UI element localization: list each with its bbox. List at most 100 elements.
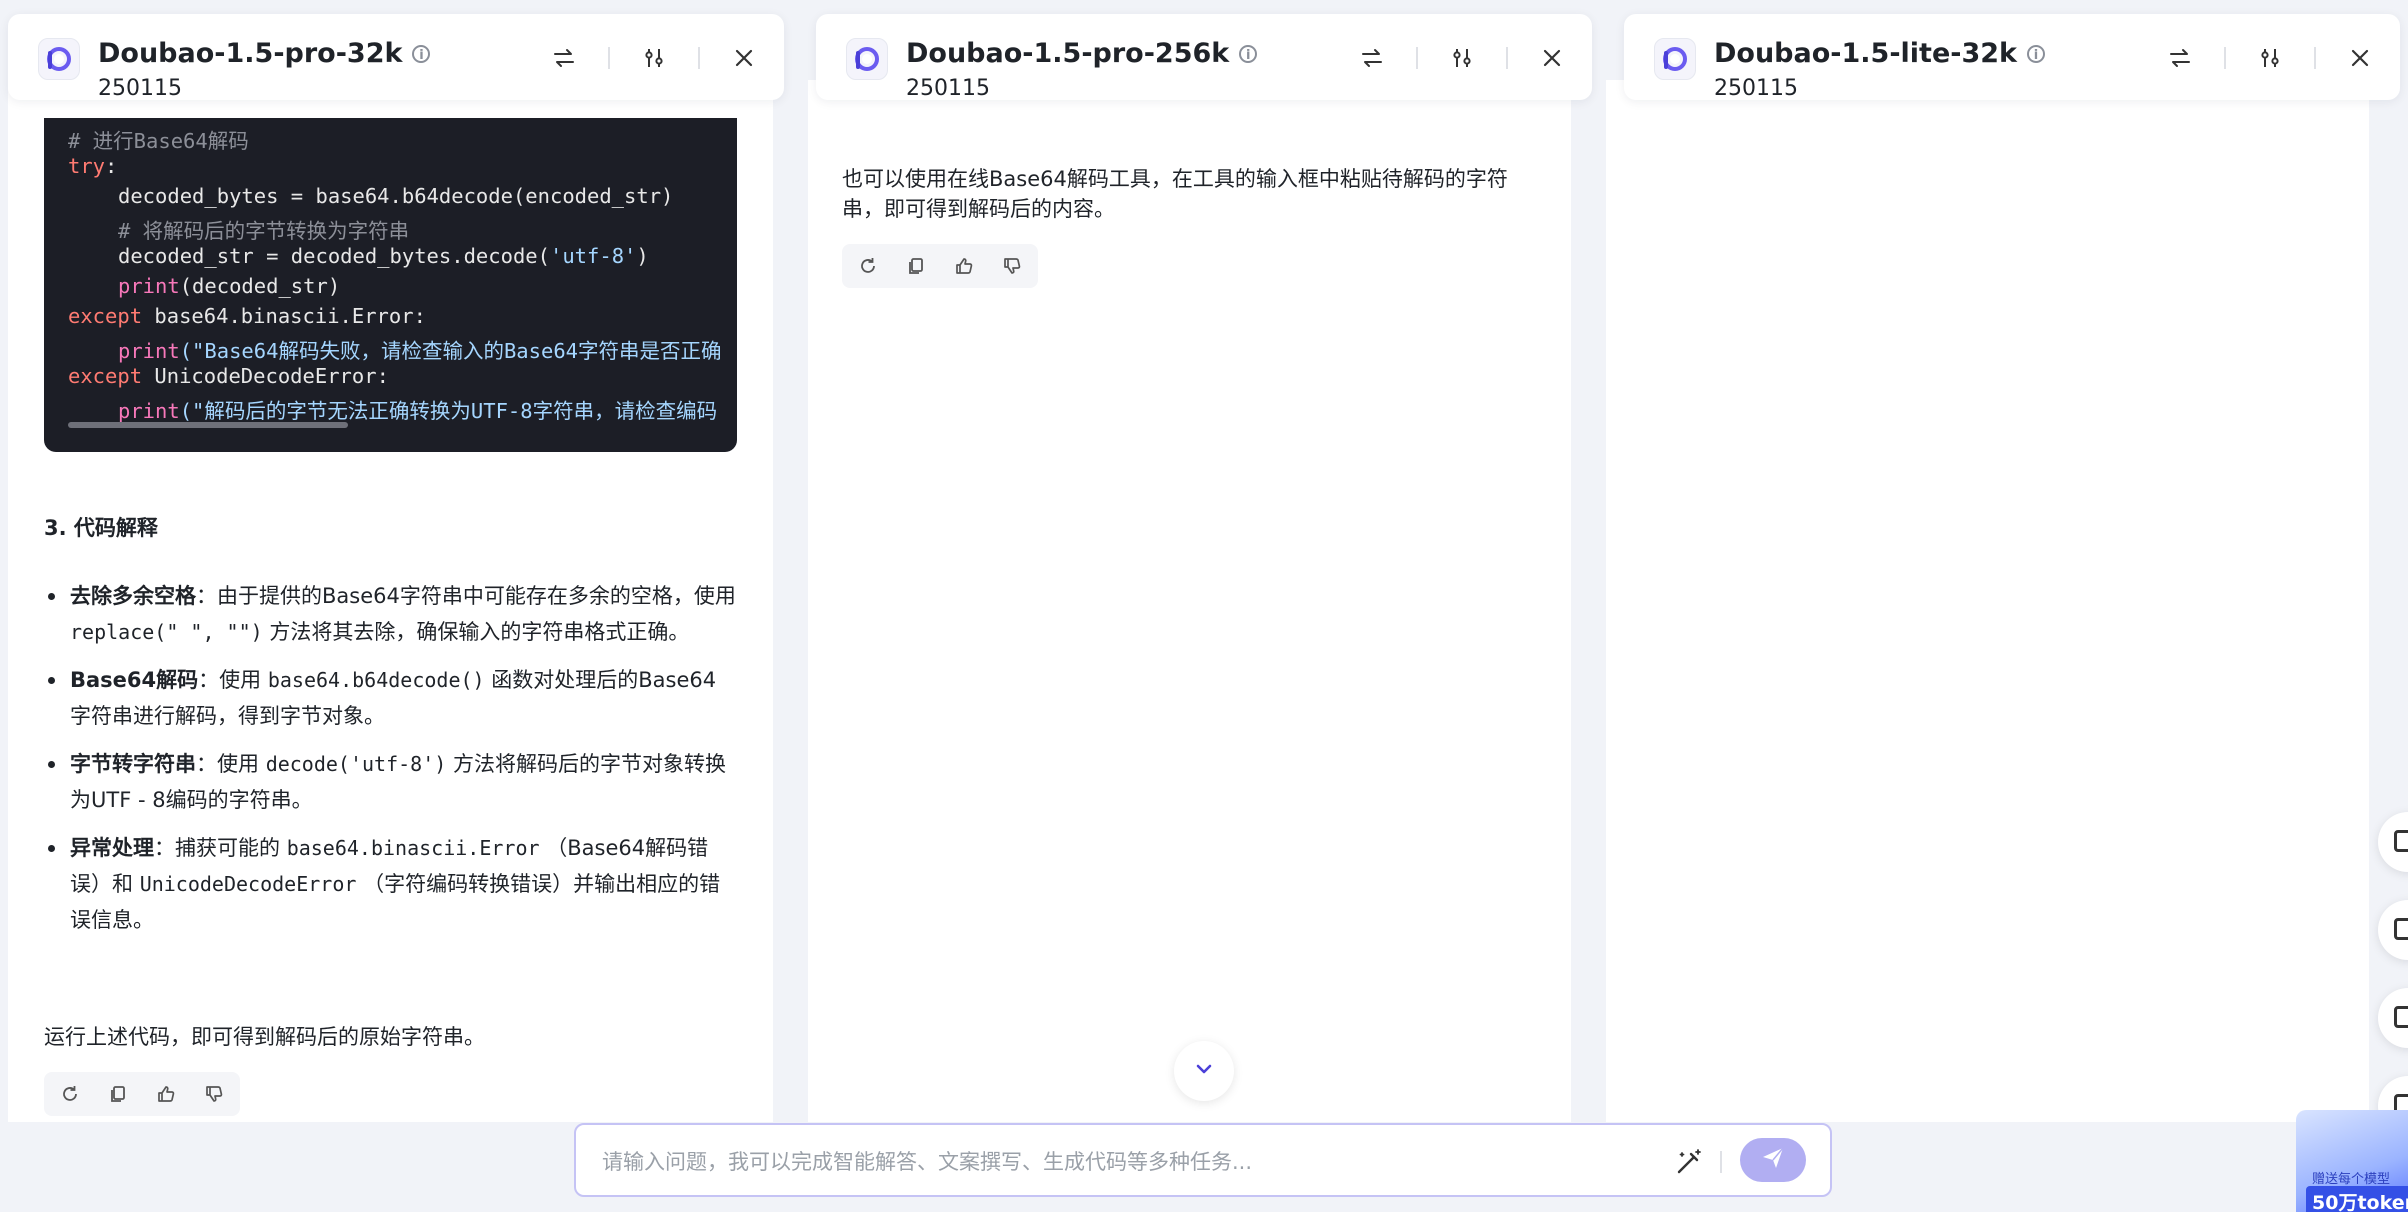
- code-horizontal-scrollbar[interactable]: [68, 422, 348, 428]
- divider: [608, 47, 610, 69]
- logo-icon: [846, 38, 888, 80]
- inline-code: replace(" ", ""): [70, 620, 263, 644]
- chevron-down-icon: [1193, 1058, 1215, 1084]
- chat-input-box: [574, 1123, 1832, 1197]
- response-text: 也可以使用在线Base64解码工具，在工具的输入框中粘贴待解码的字符串，即可得到…: [842, 167, 1508, 221]
- close-icon[interactable]: [2346, 44, 2374, 72]
- code-line: (decoded_str): [179, 274, 341, 298]
- settings-sliders-icon[interactable]: [640, 44, 668, 72]
- copy-icon[interactable]: [904, 254, 928, 278]
- model-version: 250115: [906, 76, 990, 101]
- close-icon[interactable]: [1538, 44, 1566, 72]
- list-item: 字节转字符串：使用 decode('utf-8') 方法将解码后的字节对象转换为…: [44, 746, 736, 818]
- code-comment: # 将解码后的字节转换为字符串: [118, 219, 410, 243]
- code-keyword: except: [68, 364, 143, 388]
- refresh-icon[interactable]: [58, 1082, 82, 1106]
- divider: [698, 47, 700, 69]
- inline-code: UnicodeDecodeError: [139, 872, 357, 896]
- inline-code: base64.binascii.Error: [286, 836, 540, 860]
- divider: [2314, 47, 2316, 69]
- swap-icon[interactable]: [1358, 44, 1386, 72]
- send-button[interactable]: [1740, 1138, 1806, 1182]
- inline-code: decode('utf-8'): [265, 752, 447, 776]
- thumbs-up-icon[interactable]: [952, 254, 976, 278]
- code-line: base64.binascii.Error: [142, 304, 414, 328]
- item-title: 字节转字符串: [70, 752, 196, 776]
- model-name: Doubao-1.5-lite-32k: [1714, 38, 2017, 69]
- list-item: 异常处理：捕获可能的 base64.binascii.Error （Base64…: [44, 830, 736, 938]
- item-title: Base64解码: [70, 668, 199, 692]
- code-colon: :: [413, 304, 426, 328]
- thumbs-down-icon[interactable]: [1000, 254, 1024, 278]
- code-function: print: [118, 274, 180, 298]
- code-line: UnicodeDecodeError: [142, 364, 377, 388]
- code-function: print: [118, 339, 180, 363]
- scroll-to-bottom-button[interactable]: [1174, 1041, 1234, 1101]
- magic-wand-icon[interactable]: [1674, 1147, 1704, 1177]
- explanation-list: 去除多余空格：由于提供的Base64字符串中可能存在多余的空格，使用 repla…: [44, 578, 736, 950]
- chat-icon: [2394, 1006, 2408, 1028]
- logo-icon: [1654, 38, 1696, 80]
- side-action-button[interactable]: [2378, 988, 2408, 1048]
- thumbs-up-icon[interactable]: [154, 1082, 178, 1106]
- code-colon: :: [376, 364, 389, 388]
- code-string: ("Base64解码失败，请检查输入的Base64字符串是否正确: [179, 339, 722, 363]
- item-text: 方法将其去除，确保输入的字符串格式正确。: [262, 620, 690, 644]
- code-block: # 进行Base64解码 try: decoded_bytes = base64…: [44, 118, 737, 452]
- side-action-button[interactable]: [2378, 812, 2408, 872]
- panel-3-body: [1606, 80, 2369, 1122]
- code-keyword: try: [68, 154, 106, 178]
- code-line: decoded_bytes = base64.b64decode(encoded…: [118, 184, 674, 208]
- logo-icon: [38, 38, 80, 80]
- info-icon[interactable]: i: [412, 44, 431, 63]
- swap-icon[interactable]: [2166, 44, 2194, 72]
- panel-header-3: Doubao-1.5-lite-32k i 250115: [1624, 14, 2400, 101]
- promo-title: 50万tokens: [2306, 1186, 2408, 1212]
- message-actions: [44, 1072, 240, 1116]
- divider: [1416, 47, 1418, 69]
- copy-icon[interactable]: [106, 1082, 130, 1106]
- code-string: 'utf-8': [549, 244, 637, 268]
- inline-code: base64.b64decode(): [267, 668, 485, 692]
- divider: [1720, 1151, 1722, 1173]
- code-line: decoded_str = decoded_bytes.decode(: [118, 244, 550, 268]
- item-text: ：捕获可能的: [154, 836, 287, 860]
- model-name: Doubao-1.5-pro-32k: [98, 38, 403, 69]
- model-version: 250115: [1714, 76, 1798, 101]
- item-title: 异常处理: [70, 836, 154, 860]
- panel-header-1: Doubao-1.5-pro-32k i 250115: [8, 14, 784, 101]
- item-text: ：由于提供的Base64字符串中可能存在多余的空格，使用: [196, 584, 736, 608]
- send-icon: [1760, 1145, 1786, 1175]
- side-action-button[interactable]: [2378, 900, 2408, 960]
- history-icon: [2394, 830, 2408, 852]
- conclusion-text: 运行上述代码，即可得到解码后的原始字符串。: [44, 1025, 485, 1049]
- list-item: Base64解码：使用 base64.b64decode() 函数对处理后的Ba…: [44, 662, 736, 734]
- info-icon[interactable]: i: [1239, 44, 1258, 63]
- promo-badge[interactable]: 赠送每个模型 50万tokens: [2296, 1110, 2408, 1212]
- panel-header-2: Doubao-1.5-pro-256k i 250115: [816, 14, 1592, 101]
- settings-sliders-icon[interactable]: [2256, 44, 2284, 72]
- section-title: 3. 代码解释: [44, 516, 158, 540]
- thumbs-down-icon[interactable]: [202, 1082, 226, 1106]
- divider: [1506, 47, 1508, 69]
- code-colon: :: [105, 154, 118, 178]
- settings-sliders-icon[interactable]: [1448, 44, 1476, 72]
- promo-subtitle: 赠送每个模型: [2312, 1172, 2391, 1187]
- code-comment: # 进行Base64解码: [68, 129, 249, 153]
- list-item: 去除多余空格：由于提供的Base64字符串中可能存在多余的空格，使用 repla…: [44, 578, 736, 650]
- panel-2-body: [808, 80, 1571, 1122]
- item-text: ：使用: [196, 752, 266, 776]
- code-string: ("解码后的字节无法正确转换为UTF-8字符串，请检查编码: [179, 399, 718, 423]
- refresh-icon[interactable]: [856, 254, 880, 278]
- message-actions: [842, 244, 1038, 288]
- swap-icon[interactable]: [550, 44, 578, 72]
- item-title: 去除多余空格: [70, 584, 196, 608]
- code-paren: ): [636, 244, 649, 268]
- close-icon[interactable]: [730, 44, 758, 72]
- code-keyword: except: [68, 304, 143, 328]
- model-version: 250115: [98, 76, 182, 101]
- info-icon[interactable]: i: [2027, 44, 2045, 63]
- code-function: print: [118, 399, 180, 423]
- model-name: Doubao-1.5-pro-256k: [906, 38, 1230, 69]
- chat-input[interactable]: [600, 1143, 1604, 1181]
